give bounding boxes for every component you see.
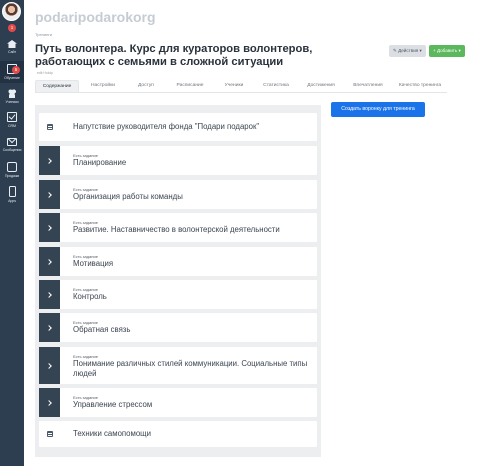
lesson-title: Организация работы команды (73, 192, 183, 201)
tab-impressions[interactable]: Впечатления (343, 80, 393, 92)
lessons-panel: Напутствие руководителя фонда "Подари по… (35, 105, 321, 457)
sidebar-item-label: Сайт (8, 50, 16, 54)
chevron-right-icon (46, 291, 52, 298)
breadcrumb[interactable]: Тренинги (35, 32, 52, 37)
lesson-item[interactable]: Есть задание Планирование (39, 146, 317, 175)
sidebar-item-site[interactable]: Сайт (0, 40, 24, 57)
lesson-title: Понимание различных стилей коммуникации.… (73, 359, 308, 378)
site-name[interactable]: podaripodarokorg (35, 9, 156, 25)
lesson-title: Техники самопомощи (73, 429, 151, 438)
mail-icon (7, 138, 17, 146)
sidebar-item-label: Продажи (4, 174, 20, 178)
add-dropdown-button[interactable]: + Добавить ▾ (429, 45, 465, 57)
tab-bar: Содержание Настройки Доступ Расписание У… (35, 80, 447, 93)
phone-icon (8, 186, 16, 197)
tab-achievements[interactable]: Достижения (299, 80, 343, 92)
text-doc-icon (47, 124, 53, 130)
lesson-title: Мотивация (73, 259, 114, 268)
create-funnel-button[interactable]: Создать воронку для тренинга (331, 102, 425, 117)
actions-dropdown-button[interactable]: ✎ Действия ▾ (389, 45, 426, 57)
chevron-right-icon (46, 399, 52, 406)
chevron-right-icon (46, 362, 52, 369)
notification-badge: 1 (8, 24, 16, 32)
tab-training-quality[interactable]: Качество тренинга (393, 80, 447, 92)
edit-link[interactable]: edit Hololp (37, 71, 53, 75)
lesson-item[interactable]: Есть задание Мотивация (39, 247, 317, 276)
lesson-title: Контроль (73, 292, 107, 301)
chevron-right-icon (46, 324, 52, 331)
chevron-right-icon (46, 224, 52, 231)
tab-statistics[interactable]: Статистика (253, 80, 299, 92)
text-doc-icon (47, 431, 53, 437)
lesson-item[interactable]: Есть задание Развитие. Наставничество в … (39, 213, 317, 242)
lesson-item[interactable]: Есть задание Понимание различных стилей … (39, 347, 317, 384)
sidebar-item-crm[interactable]: CRM (0, 112, 24, 131)
education-badge: 5 (12, 66, 20, 74)
chevron-right-icon (46, 258, 52, 265)
page-title: Путь волонтера. Курс для кураторов волон… (35, 43, 313, 68)
sidebar-item-students[interactable]: Ученики (0, 88, 24, 105)
lesson-item[interactable]: Есть задание Контроль (39, 280, 317, 309)
sidebar-item-apps[interactable]: Apps (0, 186, 24, 205)
lesson-title: Напутствие руководителя фонда "Подари по… (73, 122, 260, 131)
lesson-title: Планирование (73, 158, 127, 167)
sidebar-item-messages[interactable]: Сообщения (0, 138, 24, 156)
lesson-title: Развитие. Наставничество в волонтерской … (73, 225, 280, 234)
lesson-item[interactable]: Есть задание Организация работы команды (39, 180, 317, 209)
lesson-item[interactable]: Есть задание Обратная связь (39, 313, 317, 342)
sidebar-item-education[interactable]: Обучение 5 (0, 61, 24, 83)
chevron-right-icon (46, 157, 52, 164)
shop-icon (7, 162, 17, 172)
avatar[interactable] (2, 2, 21, 21)
users-icon (7, 88, 17, 98)
crm-icon (7, 112, 17, 122)
lesson-item[interactable]: Напутствие руководителя фонда "Подари по… (39, 113, 317, 141)
tab-students[interactable]: Ученики (215, 80, 253, 92)
tab-access[interactable]: Доступ (127, 80, 165, 92)
lesson-item[interactable]: Есть задание Управление стрессом (39, 388, 317, 417)
sidebar-item-label: Apps (8, 199, 16, 203)
chevron-right-icon (46, 191, 52, 198)
lesson-title: Обратная связь (73, 325, 131, 334)
sidebar-item-label: CRM (8, 124, 16, 128)
home-icon (7, 40, 17, 48)
tab-content[interactable]: Содержание (35, 80, 79, 92)
lesson-title: Управление стрессом (73, 400, 153, 409)
sidebar-item-label: Обучение (4, 76, 20, 80)
sidebar-item-label: Сообщения (2, 148, 22, 152)
lesson-item[interactable]: Техники самопомощи (39, 421, 317, 447)
tab-settings[interactable]: Настройки (79, 80, 127, 92)
sidebar-item-label: Ученики (5, 100, 19, 104)
sidebar-item-sales[interactable]: Продажи (0, 162, 24, 181)
sidebar: 1 Сайт Обучение 5 Ученики CRM Сообщения … (0, 0, 24, 466)
tab-schedule[interactable]: Расписание (165, 80, 215, 92)
